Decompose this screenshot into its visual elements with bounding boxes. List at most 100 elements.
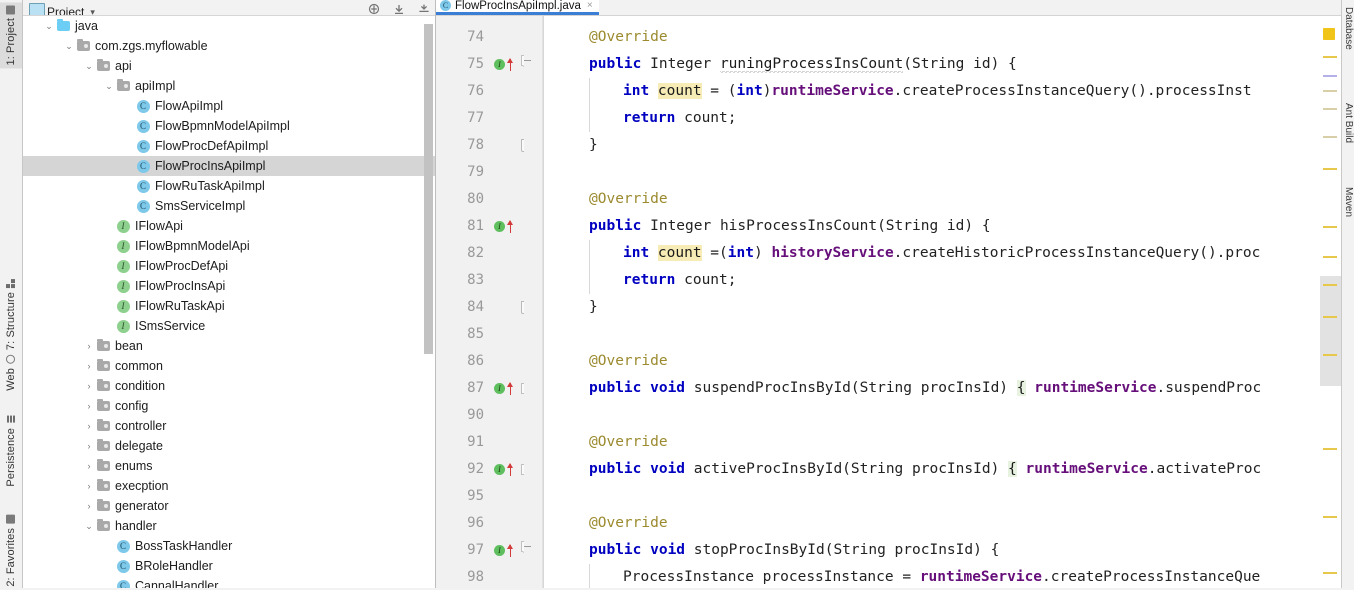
tree-node[interactable]: ›CFlowBpmnModelApiImpl <box>23 116 435 136</box>
project-tree-scrollbar-thumb[interactable] <box>424 24 433 354</box>
error-stripe-marker[interactable] <box>1323 516 1337 518</box>
error-stripe-marker[interactable] <box>1323 316 1337 318</box>
tree-node[interactable]: ›IIFlowBpmnModelApi <box>23 236 435 256</box>
error-stripe-marker[interactable] <box>1323 75 1337 77</box>
tree-node[interactable]: ⌄ java <box>23 16 435 36</box>
tree-node[interactable]: ›CBRoleHandler <box>23 556 435 576</box>
implementing-method-icon[interactable]: I <box>494 545 505 556</box>
overriding-method-arrow-icon[interactable] <box>506 463 515 476</box>
tree-node[interactable]: › config <box>23 396 435 416</box>
tree-node-label: api <box>115 59 132 73</box>
error-stripe-marker[interactable] <box>1323 56 1337 58</box>
chevron-down-icon[interactable]: ⌄ <box>103 76 115 96</box>
project-tree-scrollbar[interactable] <box>424 24 433 354</box>
error-stripe-marker[interactable] <box>1323 448 1337 450</box>
error-stripe-marker[interactable] <box>1323 90 1337 92</box>
tree-node[interactable]: ›IIFlowProcDefApi <box>23 256 435 276</box>
chevron-right-icon[interactable]: › <box>83 396 95 416</box>
chevron-right-icon[interactable]: › <box>83 476 95 496</box>
chevron-down-icon[interactable]: ⌄ <box>43 16 55 36</box>
folder-package-icon <box>95 456 111 476</box>
collapse-all-icon[interactable] <box>367 3 381 15</box>
chevron-right-icon[interactable]: › <box>83 496 95 516</box>
error-stripe-marker[interactable] <box>1323 168 1337 170</box>
error-stripe-marker[interactable] <box>1323 108 1337 110</box>
tree-node[interactable]: › execption <box>23 476 435 496</box>
code-line: public Integer hisProcessInsCount(String… <box>543 213 1354 240</box>
line-number: 86 <box>467 353 484 369</box>
tree-node[interactable]: ⌄ api <box>23 56 435 76</box>
project-tree-scroll-area[interactable]: ⌄java⌄com.zgs.myflowable⌄api⌄apiImpl›CFl… <box>23 16 435 588</box>
tree-node[interactable]: › enums <box>23 456 435 476</box>
tree-node[interactable]: › controller <box>23 416 435 436</box>
error-stripe-marker[interactable] <box>1323 256 1337 258</box>
project-panel-title[interactable]: Project <box>47 5 84 15</box>
tree-node[interactable]: › bean <box>23 336 435 356</box>
tool-window-button-antbuild[interactable]: Ant Build <box>1342 100 1354 146</box>
editor-source-text[interactable]: @Override public Integer runingProcessIns… <box>543 16 1354 588</box>
chevron-right-icon[interactable]: › <box>83 336 95 356</box>
tree-node[interactable]: › common <box>23 356 435 376</box>
editor-scrollbar-thumb[interactable] <box>1320 276 1342 386</box>
error-stripe-marker[interactable] <box>1323 572 1337 574</box>
chevron-right-icon[interactable]: › <box>83 416 95 436</box>
tree-node-label: handler <box>115 519 157 533</box>
code-token: count <box>657 83 702 99</box>
chevron-right-icon[interactable]: › <box>83 356 95 376</box>
overriding-method-arrow-icon[interactable] <box>506 220 515 233</box>
chevron-down-icon[interactable]: ⌄ <box>83 516 95 536</box>
tree-node[interactable]: ›CFlowApiImpl <box>23 96 435 116</box>
tool-window-button-favorites[interactable]: 2: Favorites <box>0 512 22 590</box>
tree-node[interactable]: ›IIFlowProcInsApi <box>23 276 435 296</box>
error-stripe-marker[interactable] <box>1323 136 1337 138</box>
code-token: public <box>589 542 651 558</box>
implementing-method-icon[interactable]: I <box>494 221 505 232</box>
error-stripe-marker[interactable] <box>1323 284 1337 286</box>
tree-node[interactable]: › generator <box>23 496 435 516</box>
chevron-down-icon[interactable]: ⌄ <box>63 36 75 56</box>
tree-node[interactable]: ⌄ com.zgs.myflowable <box>23 36 435 56</box>
chevron-right-icon[interactable]: › <box>83 456 95 476</box>
editor-tab-active[interactable]: C FlowProcInsApiImpl.java × <box>436 0 599 15</box>
tree-node[interactable]: ⌄ apiImpl <box>23 76 435 96</box>
hide-icon[interactable] <box>392 3 406 15</box>
tree-node[interactable]: ›CSmsServiceImpl <box>23 196 435 216</box>
editor-error-stripe[interactable] <box>1320 16 1342 588</box>
tree-node[interactable]: ›CBossTaskHandler <box>23 536 435 556</box>
tree-node[interactable]: › condition <box>23 376 435 396</box>
tree-node-selected[interactable]: ›CFlowProcInsApiImpl <box>23 156 435 176</box>
close-icon[interactable]: × <box>587 0 593 11</box>
tool-window-button-project[interactable]: 1: Project <box>0 2 22 69</box>
implementing-method-icon[interactable]: I <box>494 59 505 70</box>
tool-window-button-structure[interactable]: 7: Structure <box>0 276 22 353</box>
tree-node[interactable]: ⌄ handler <box>23 516 435 536</box>
tree-node[interactable]: ›IIFlowRuTaskApi <box>23 296 435 316</box>
chevron-right-icon[interactable]: › <box>83 376 95 396</box>
overriding-method-arrow-icon[interactable] <box>506 544 515 557</box>
chevron-down-icon[interactable]: ⌄ <box>83 56 95 76</box>
tree-node[interactable]: ›IIFlowApi <box>23 216 435 236</box>
tree-node[interactable]: ›CFlowRuTaskApiImpl <box>23 176 435 196</box>
editor-code-area[interactable]: 74 75 I 76 77 78 79 80 81 I 82 83 84 85 86 87 I 90 91 92 I 95… <box>436 16 1354 588</box>
chevron-right-icon[interactable]: › <box>83 436 95 456</box>
chevron-down-icon[interactable]: ▾ <box>90 7 95 15</box>
implementing-method-icon[interactable]: I <box>494 464 505 475</box>
code-line: public void stopProcInsById(String procI… <box>543 537 1354 564</box>
error-stripe-marker[interactable] <box>1323 226 1337 228</box>
error-stripe-marker[interactable] <box>1323 28 1335 40</box>
tree-node[interactable]: › delegate <box>23 436 435 456</box>
settings-icon[interactable] <box>417 3 431 15</box>
tool-window-button-database[interactable]: Database <box>1342 4 1354 53</box>
implementing-method-icon[interactable]: I <box>494 383 505 394</box>
editor-fold-gutter[interactable] <box>524 16 543 588</box>
tool-window-button-web[interactable]: Web <box>0 352 22 394</box>
overriding-method-arrow-icon[interactable] <box>506 58 515 71</box>
error-stripe-marker[interactable] <box>1323 354 1337 356</box>
tool-window-button-persistence[interactable]: Persistence <box>0 412 22 490</box>
tree-node[interactable]: ›CCannalHandler <box>23 576 435 588</box>
tool-window-button-maven[interactable]: Maven <box>1342 184 1354 220</box>
tree-node[interactable]: ›IISmsService <box>23 316 435 336</box>
tree-node[interactable]: ›CFlowProcDefApiImpl <box>23 136 435 156</box>
overriding-method-arrow-icon[interactable] <box>506 382 515 395</box>
code-token: public <box>589 461 651 477</box>
